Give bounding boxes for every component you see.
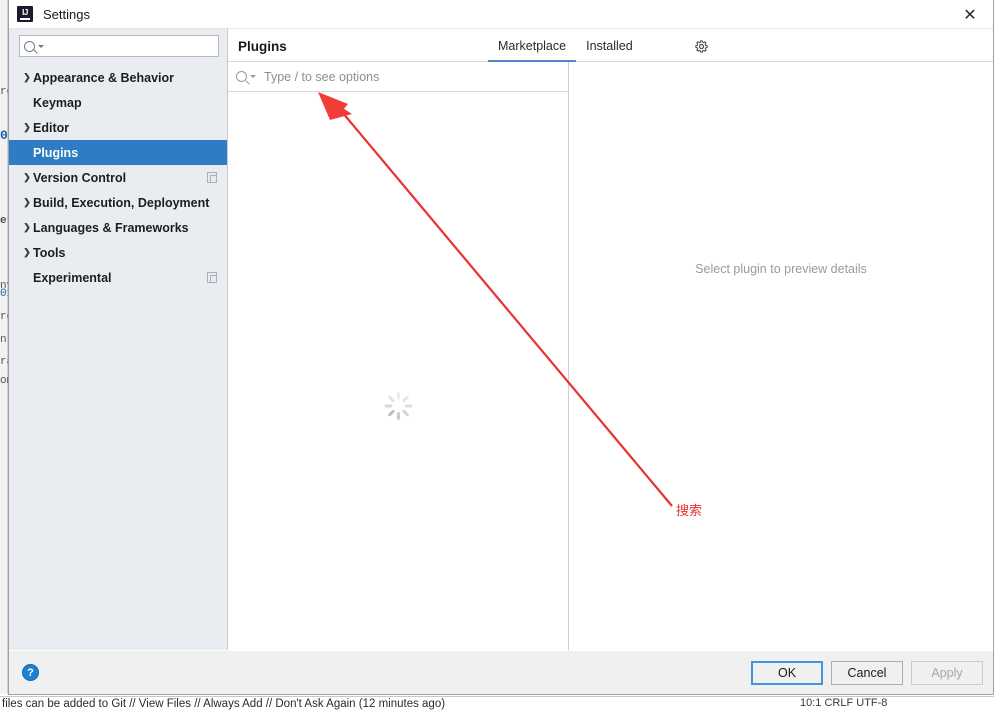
plugin-list-column xyxy=(228,62,569,650)
sidebar-item-appearance-behavior[interactable]: ❯ Appearance & Behavior xyxy=(9,65,227,90)
chevron-down-icon xyxy=(250,75,256,78)
project-scope-icon xyxy=(207,272,217,283)
plugins-panel: Plugins Marketplace Installed Type / to … xyxy=(228,29,993,650)
dialog-footer: ? OK Cancel Apply xyxy=(9,650,993,694)
sidebar-item-label: Version Control xyxy=(33,170,127,185)
plugin-search-box[interactable] xyxy=(228,62,568,92)
preview-placeholder-text: Select plugin to preview details xyxy=(695,262,867,276)
plugins-header: Plugins Marketplace Installed xyxy=(228,29,993,62)
sidebar-item-label: Editor xyxy=(33,120,70,135)
sidebar-item-experimental[interactable]: ❯ Experimental xyxy=(9,265,227,290)
help-button[interactable]: ? xyxy=(22,664,39,681)
search-icon xyxy=(24,40,35,52)
sidebar-item-languages-frameworks[interactable]: ❯ Languages & Frameworks xyxy=(9,215,227,240)
editor-gutter xyxy=(0,0,8,694)
sidebar-item-label: Build, Execution, Deployment xyxy=(33,195,210,210)
sidebar-item-label: Experimental xyxy=(33,270,112,285)
plugin-preview-column: Select plugin to preview details xyxy=(569,62,993,650)
chevron-right-icon: ❯ xyxy=(23,172,31,182)
tab-installed[interactable]: Installed xyxy=(576,39,643,62)
sidebar-item-label: Keymap xyxy=(33,95,82,110)
plugins-split: Select plugin to preview details xyxy=(228,62,993,650)
intellij-idea-icon: IJ xyxy=(17,6,33,22)
cancel-button[interactable]: Cancel xyxy=(831,660,903,685)
chevron-right-icon: ❯ xyxy=(23,197,31,207)
sidebar-item-version-control[interactable]: ❯ Version Control xyxy=(9,165,227,190)
chevron-right-icon: ❯ xyxy=(23,122,31,132)
plugin-search-input[interactable] xyxy=(262,68,560,85)
sidebar-search-box[interactable] xyxy=(19,35,219,57)
dialog-buttons: OK Cancel Apply xyxy=(751,660,983,685)
gear-icon[interactable] xyxy=(691,36,711,56)
sidebar-item-label: Languages & Frameworks xyxy=(33,220,189,235)
apply-button: Apply xyxy=(911,660,983,685)
sidebar-item-keymap[interactable]: ❯ Keymap xyxy=(9,90,227,115)
settings-tree: ❯ Appearance & Behavior ❯ Keymap ❯ Edito… xyxy=(9,65,227,650)
sidebar-item-editor[interactable]: ❯ Editor xyxy=(9,115,227,140)
plugins-tabs: Marketplace Installed xyxy=(488,39,643,62)
dialog-title: Settings xyxy=(43,6,90,22)
chevron-right-icon: ❯ xyxy=(23,222,31,232)
sidebar-item-label: Tools xyxy=(33,245,66,260)
ok-button[interactable]: OK xyxy=(751,660,823,685)
chevron-right-icon: ❯ xyxy=(23,72,31,82)
sidebar-item-tools[interactable]: ❯ Tools xyxy=(9,240,227,265)
sidebar-item-label: Plugins xyxy=(33,145,79,160)
chevron-right-icon: ❯ xyxy=(23,247,31,257)
settings-sidebar: ❯ Appearance & Behavior ❯ Keymap ❯ Edito… xyxy=(9,29,228,650)
search-icon xyxy=(236,71,247,82)
chevron-down-icon xyxy=(38,44,44,48)
settings-dialog: IJ Settings ✕ ❯ Appearance & Behavior Ke… xyxy=(8,0,994,695)
close-icon[interactable]: ✕ xyxy=(947,0,993,29)
settings-search-input[interactable] xyxy=(48,38,214,54)
dialog-body: ❯ Appearance & Behavior ❯ Keymap ❯ Edito… xyxy=(9,29,993,650)
loading-spinner-icon xyxy=(384,392,412,420)
sidebar-item-build-execution-deployment[interactable]: ❯ Build, Execution, Deployment xyxy=(9,190,227,215)
tab-marketplace[interactable]: Marketplace xyxy=(488,39,577,62)
dialog-titlebar: IJ Settings ✕ xyxy=(9,0,993,29)
ide-status-right: 10:1 CRLF UTF-8 xyxy=(800,697,888,709)
sidebar-item-plugins[interactable]: ❯ Plugins xyxy=(9,140,227,165)
sidebar-search-container xyxy=(9,29,227,65)
page-title: Plugins xyxy=(238,39,287,54)
project-scope-icon xyxy=(207,172,217,183)
plugin-list[interactable] xyxy=(228,92,568,650)
sidebar-item-label: Appearance & Behavior xyxy=(33,70,175,85)
